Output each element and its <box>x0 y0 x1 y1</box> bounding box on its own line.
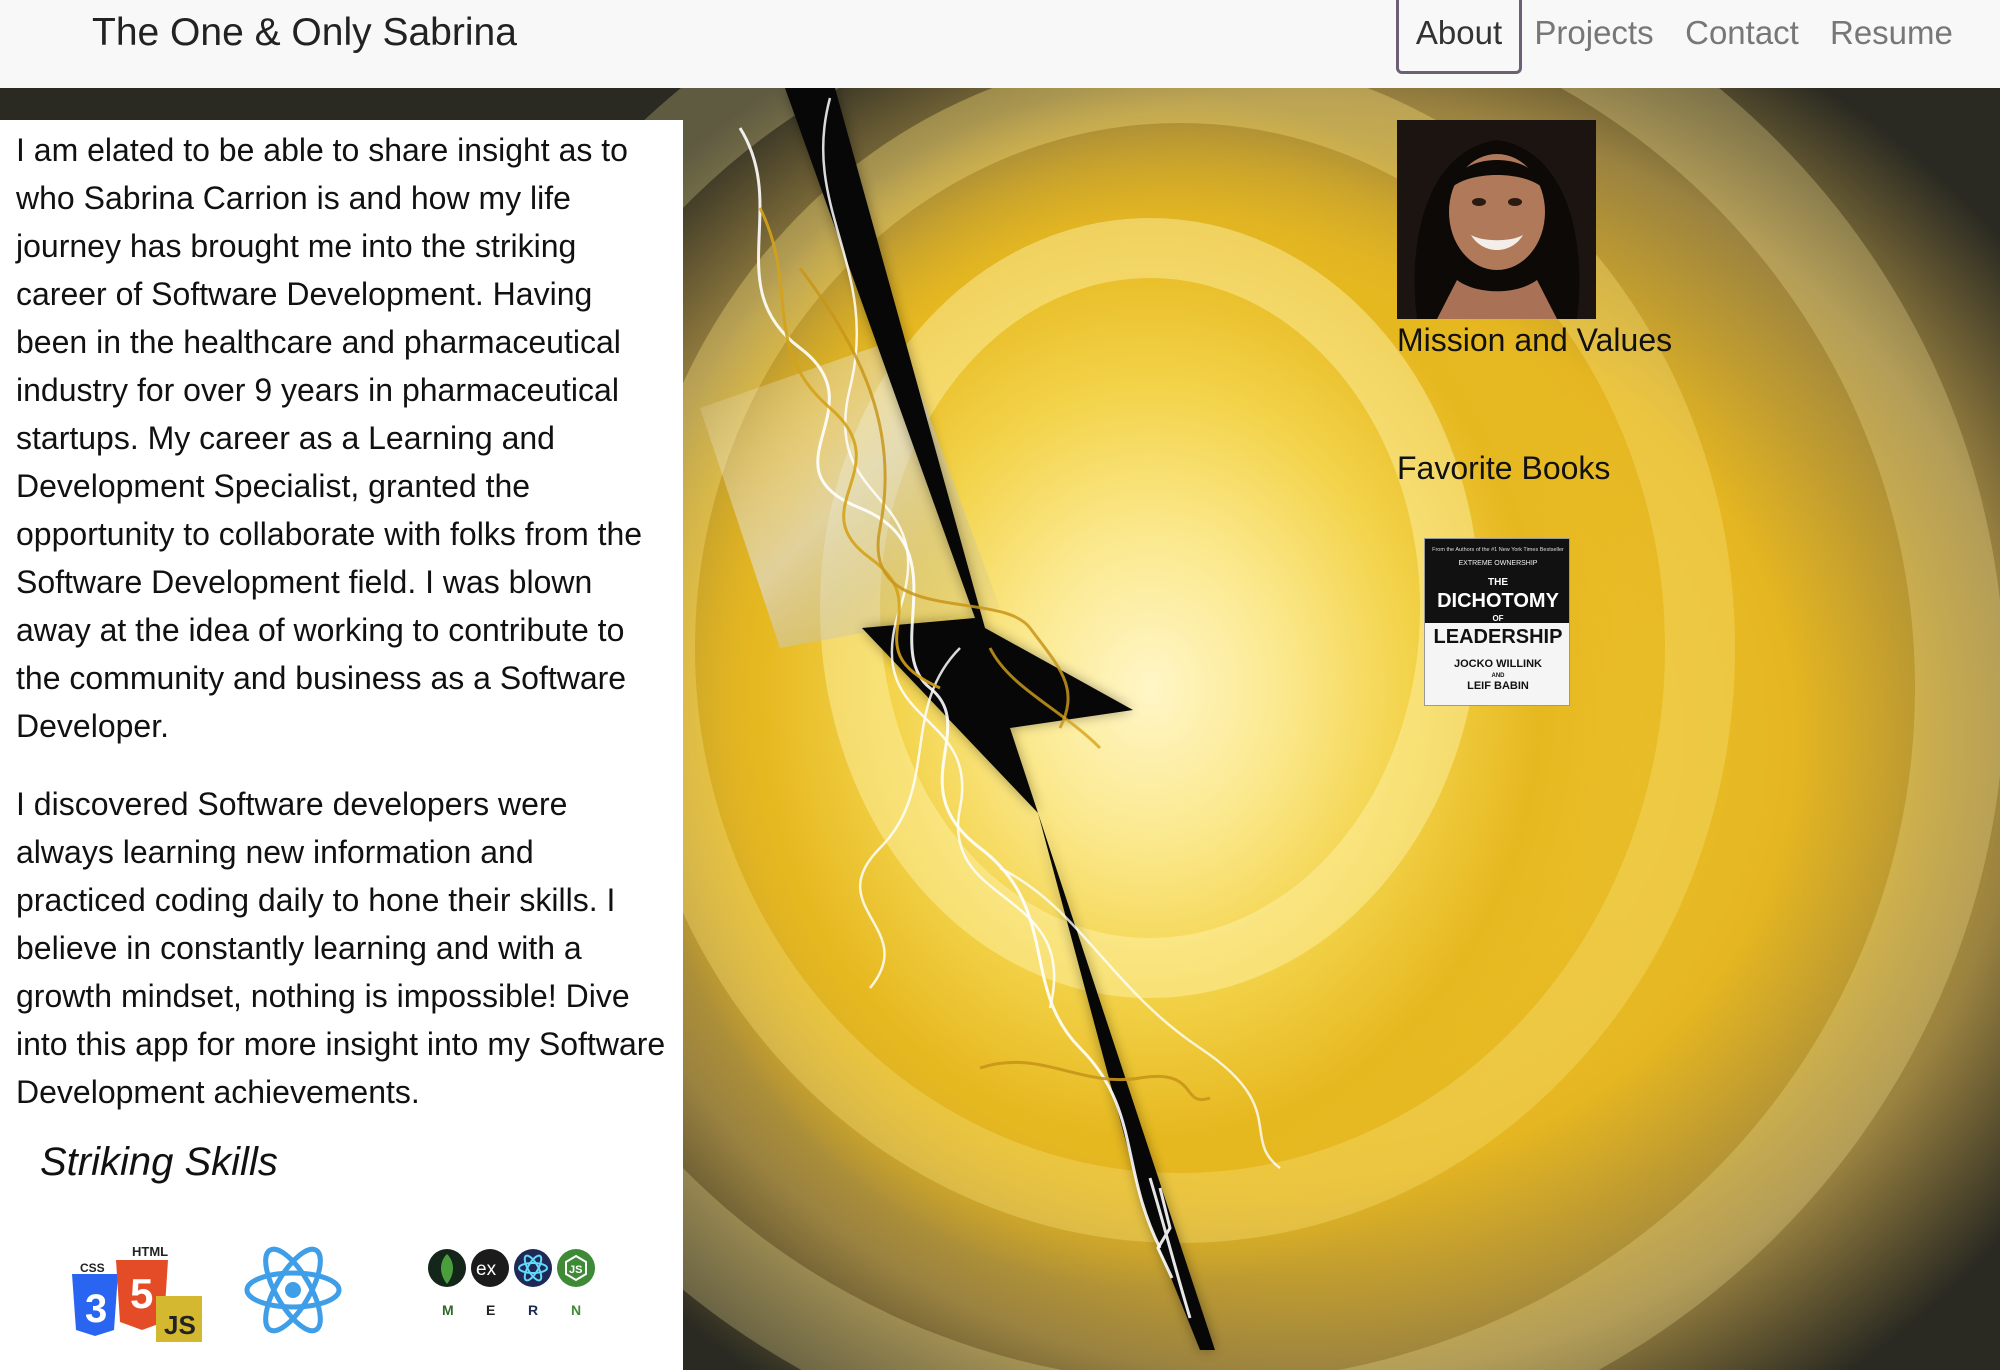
express-label: ex <box>476 1259 497 1280</box>
js-label: JS <box>164 1310 196 1340</box>
svg-text:OF: OF <box>1492 614 1503 623</box>
about-text-panel: I am elated to be able to share insight … <box>0 120 683 1370</box>
book-cover-dichotomy-of-leadership[interactable]: From the Authors of the #1 New York Time… <box>1424 538 1570 706</box>
mern-icon: ex JS M E R N <box>428 1249 595 1318</box>
svg-text:THE: THE <box>1488 577 1508 588</box>
svg-text:EXTREME OWNERSHIP: EXTREME OWNERSHIP <box>1459 560 1538 567</box>
svg-text:DICHOTOMY: DICHOTOMY <box>1437 590 1560 612</box>
mission-values-label[interactable]: Mission and Values <box>1397 322 1672 359</box>
about-paragraph-2: I discovered Software developers were al… <box>16 786 666 1110</box>
about-paragraph-1: I am elated to be able to share insight … <box>16 132 643 744</box>
nav-about-link[interactable]: About <box>1396 0 1522 74</box>
nav-projects-link[interactable]: Projects <box>1532 0 1656 74</box>
mern-r-label: R <box>528 1302 538 1318</box>
svg-text:JOCKO WILLINK: JOCKO WILLINK <box>1454 658 1542 670</box>
svg-text:LEADERSHIP: LEADERSHIP <box>1434 626 1563 648</box>
profile-photo-icon <box>1397 120 1596 319</box>
svg-text:3: 3 <box>85 1287 107 1331</box>
html-css-js-icon: HTML CSS 3 5 JS <box>72 1244 202 1342</box>
react-icon <box>244 1246 342 1334</box>
css-label: CSS <box>80 1261 105 1275</box>
nav-resume-link[interactable]: Resume <box>1830 0 1953 74</box>
favorite-books-label: Favorite Books <box>1397 450 1611 486</box>
skills-title: Striking Skills <box>40 1140 278 1184</box>
svg-text:From the Authors of the #1 New: From the Authors of the #1 New York Time… <box>1432 547 1564 553</box>
svg-text:AND: AND <box>1492 673 1506 679</box>
svg-text:JS: JS <box>569 1264 582 1276</box>
svg-text:5: 5 <box>130 1270 153 1317</box>
book-cover-icon: From the Authors of the #1 New York Time… <box>1425 539 1569 705</box>
html-label: HTML <box>132 1244 168 1259</box>
nav-contact-link[interactable]: Contact <box>1682 0 1802 74</box>
svg-text:LEIF BABIN: LEIF BABIN <box>1467 680 1529 692</box>
mern-e-label: E <box>486 1302 495 1318</box>
navbar: The One & Only Sabrina About Projects Co… <box>0 0 2000 88</box>
brand-link[interactable]: The One & Only Sabrina <box>92 10 517 56</box>
avatar <box>1397 120 1596 319</box>
mern-m-label: M <box>442 1302 454 1318</box>
mern-n-label: N <box>571 1302 581 1318</box>
